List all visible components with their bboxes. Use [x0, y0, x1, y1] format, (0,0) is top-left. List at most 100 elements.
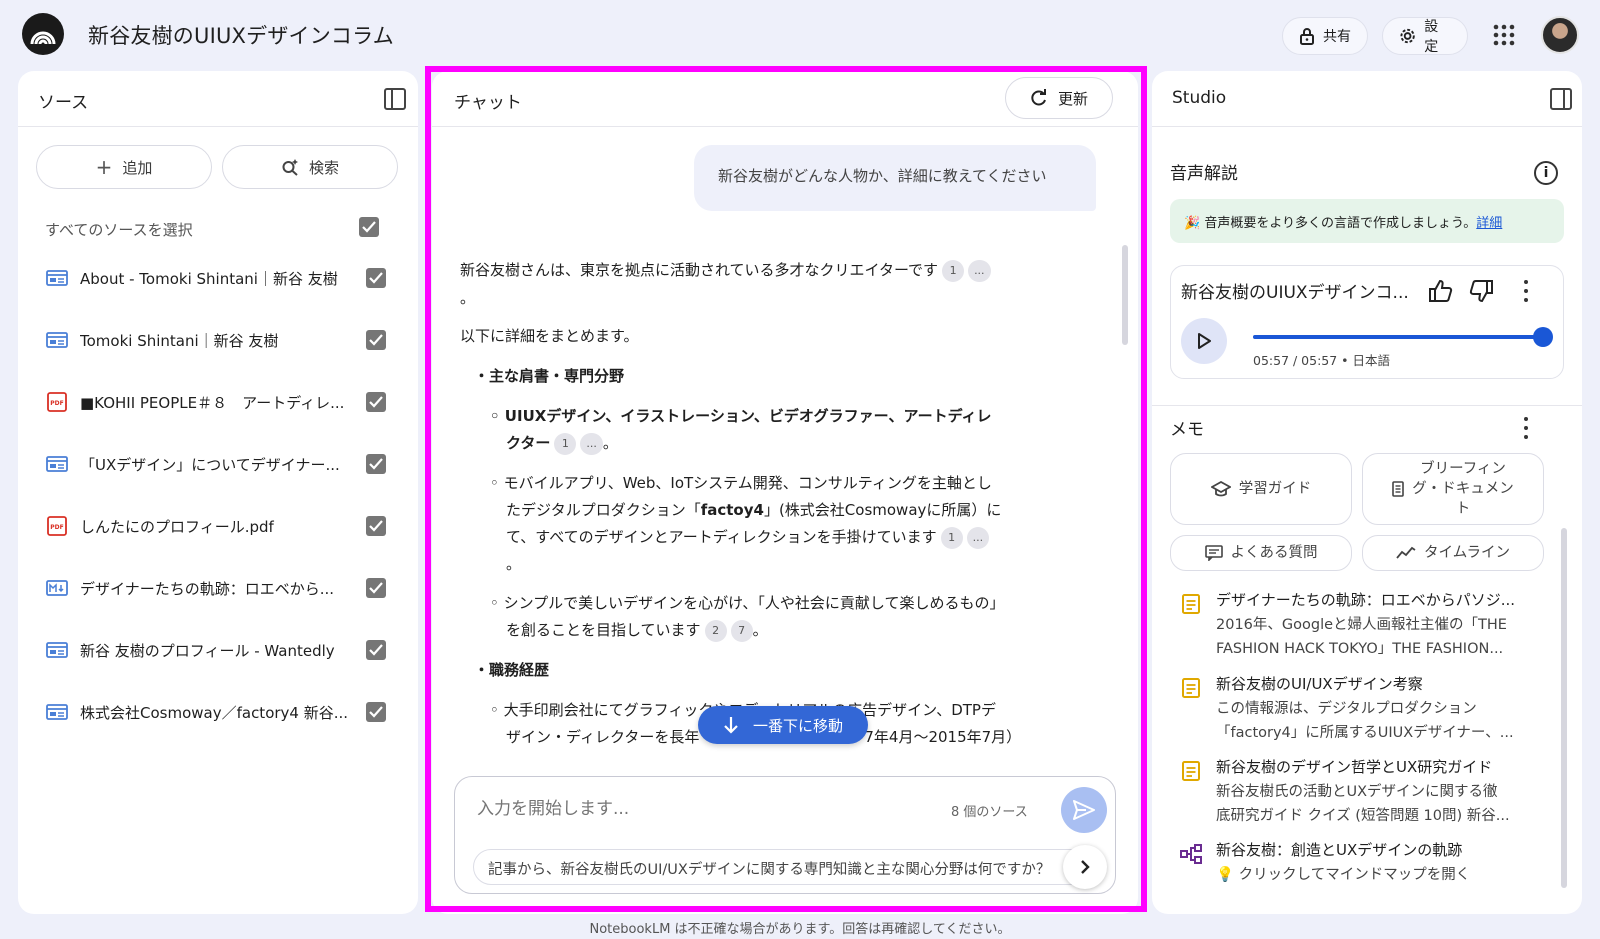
faq-icon [1204, 545, 1223, 561]
note-doc-icon [1182, 594, 1200, 614]
share-button[interactable]: 共有 [1282, 17, 1368, 55]
source-checkbox[interactable] [366, 392, 386, 412]
note-preview-line: この情報源は、デジタルプロダクション [1216, 701, 1477, 717]
answer-text: クター [506, 434, 551, 452]
refresh-button[interactable]: 更新 [1005, 77, 1113, 119]
web-page-icon [46, 702, 68, 722]
source-label: Tomoki Shintani｜新谷 友樹 [80, 332, 279, 350]
suggested-question-chip[interactable]: 記事から、新谷友樹氏のUI/UXデザインに関する専門知識と主な関心分野は何ですか… [473, 849, 1099, 885]
promo-banner: 🎉 音声概要をより多くの言語で作成しましょう。詳細 [1170, 199, 1564, 243]
source-item[interactable]: デザイナーたちの軌跡：ロエベから... [18, 569, 418, 609]
info-icon[interactable]: i [1534, 161, 1558, 185]
study-guide-label: 学習ガイド [1238, 481, 1312, 497]
chat-scrollbar[interactable] [1122, 245, 1128, 345]
user-avatar[interactable] [1541, 16, 1579, 54]
audio-section-title: 音声解説 [1170, 164, 1238, 184]
markdown-icon [46, 578, 68, 598]
chat-title: チャット [454, 93, 522, 113]
thumbs-down-icon[interactable] [1469, 278, 1495, 304]
chat-input[interactable] [477, 795, 917, 823]
lock-icon [1300, 28, 1314, 45]
promo-details-link[interactable]: 詳細 [1476, 216, 1502, 231]
play-button[interactable] [1181, 318, 1227, 364]
check-icon [369, 272, 383, 284]
citation-chip[interactable]: 7 [730, 619, 753, 642]
source-item[interactable]: 新谷 友樹のプロフィール - Wantedly [18, 631, 418, 671]
scroll-to-bottom-button[interactable]: 一番下に移動 [698, 706, 868, 744]
divider [1152, 405, 1582, 406]
answer-text: factoy4 [700, 501, 764, 519]
source-item[interactable]: PDF ■KOHII PEOPLE＃８ アートディレ... [18, 383, 418, 423]
timeline-label: タイムライン [1424, 545, 1510, 561]
citation-chip[interactable]: 1 [554, 432, 577, 455]
source-item[interactable]: About - Tomoki Shintani｜新谷 友樹 [18, 259, 418, 299]
faq-button[interactable]: よくある質問 [1170, 535, 1352, 571]
note-preview-line: FASHION HACK TOKYO」THE FASHION... [1216, 641, 1504, 657]
mind-map-icon [1180, 844, 1202, 864]
apps-grid-icon[interactable] [1493, 24, 1515, 46]
answer-line: て、すべてのデザインとアートディレクションを手掛けています 1... [506, 524, 990, 551]
study-guide-button[interactable]: 学習ガイド [1170, 453, 1352, 525]
citation-chip[interactable]: ... [580, 432, 603, 455]
thumbs-up-icon[interactable] [1427, 278, 1453, 304]
citation-chip[interactable]: 1 [942, 259, 965, 282]
studio-panel: Studio 音声解説 i 🎉 音声概要をより多くの言語で作成しましょう。詳細 … [1152, 71, 1582, 914]
document-icon [1392, 481, 1405, 497]
source-item[interactable]: 「UXデザイン」についてデザイナー... [18, 445, 418, 485]
answer-text: て、すべてのデザインとアートディレクションを手掛けています [506, 528, 937, 546]
source-item[interactable]: 株式会社Cosmoway／factory4 新谷... [18, 693, 418, 733]
notebook-title[interactable]: 新谷友樹のUIUXデザインコラム [88, 20, 394, 50]
citation-chip[interactable]: 1 [940, 526, 963, 549]
answer-text: 」(株式会社Cosmowayに所属）に [763, 501, 1002, 519]
answer-line: ◦ UIUXデザイン、イラストレーション、ビデオグラファー、アートディレ [490, 407, 992, 425]
select-all-checkbox[interactable] [359, 217, 379, 237]
settings-button[interactable]: 設定 [1382, 17, 1468, 55]
citation-chip[interactable]: ... [968, 259, 991, 282]
citation-chip[interactable]: 2 [704, 619, 727, 642]
collapse-panel-icon[interactable] [1550, 88, 1572, 110]
search-sources-button[interactable]: 検索 [222, 145, 398, 189]
source-checkbox[interactable] [366, 268, 386, 288]
pdf-icon: PDF [46, 516, 68, 536]
refresh-label: 更新 [1057, 89, 1088, 108]
send-button[interactable] [1061, 787, 1107, 833]
source-item[interactable]: Tomoki Shintani｜新谷 友樹 [18, 321, 418, 361]
briefing-doc-button[interactable]: ブリーフィン グ・ドキュメン ト [1362, 453, 1544, 525]
note-item[interactable]: 新谷友樹：創造とUXデザインの軌跡 💡 クリックしてマインドマップを開く [1170, 839, 1540, 914]
source-checkbox[interactable] [366, 454, 386, 474]
svg-text:PDF: PDF [50, 400, 63, 407]
note-item[interactable]: デザイナーたちの軌跡：ロエベからパソジ... 2016年、Googleと婦人画報社… [1170, 589, 1540, 665]
source-checkbox[interactable] [366, 330, 386, 350]
source-checkbox[interactable] [366, 578, 386, 598]
source-checkbox[interactable] [366, 702, 386, 722]
check-icon [362, 221, 376, 233]
audio-more-icon[interactable] [1523, 280, 1529, 302]
answer-text: を創ることを目指しています [506, 621, 701, 639]
next-suggestion-button[interactable] [1063, 845, 1107, 889]
audio-progress-bar[interactable] [1253, 327, 1553, 347]
collapse-panel-icon[interactable] [384, 88, 406, 110]
settings-label: 設定 [1424, 19, 1439, 55]
sources-header: ソース [18, 71, 418, 127]
source-checkbox[interactable] [366, 516, 386, 536]
check-icon [369, 706, 383, 718]
note-preview: 2016年、Googleと婦人画報社主催の「THE FASHION HACK TO… [1216, 613, 1536, 661]
source-count: 8 個のソース [951, 805, 1028, 820]
audio-progress-handle[interactable] [1533, 327, 1553, 347]
note-preview: 新谷友樹氏の活動とUXデザインに関する徹 底研究ガイド クイズ (短答問題 10問… [1216, 780, 1536, 828]
notebooklm-logo-icon[interactable] [22, 13, 64, 55]
source-item[interactable]: PDF しんたにのプロフィール.pdf [18, 507, 418, 547]
add-source-button[interactable]: + 追加 [36, 145, 212, 189]
audio-title[interactable]: 新谷友樹のUIUXデザインコ... [1181, 278, 1421, 303]
memo-more-icon[interactable] [1523, 417, 1529, 439]
note-item[interactable]: 新谷友樹のUI/UXデザイン考察 この情報源は、デジタルプロダクション 「facto… [1170, 673, 1540, 749]
studio-scrollbar[interactable] [1561, 528, 1567, 888]
citation-chip[interactable]: ... [966, 526, 990, 549]
note-item[interactable]: 新谷友樹のデザイン哲学とUX研究ガイド新谷友樹氏の活動とUXデザインに関する徹底… [1170, 756, 1540, 832]
send-icon [1073, 800, 1095, 820]
note-title: 新谷友樹のデザイン哲学とUX研究ガイド [1216, 758, 1493, 776]
answer-line: クター 1...。 [506, 430, 618, 457]
source-checkbox[interactable] [366, 640, 386, 660]
timeline-button[interactable]: タイムライン [1362, 535, 1544, 571]
sources-panel: ソース + 追加 検索 すべてのソースを選択 About - Tomoki Sh… [18, 71, 418, 914]
